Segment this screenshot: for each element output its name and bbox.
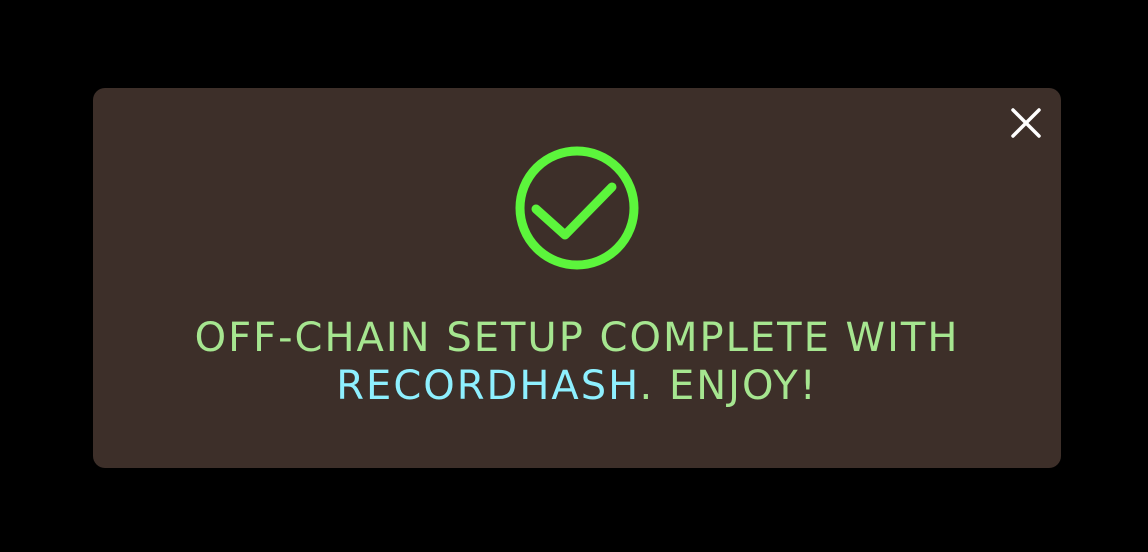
message-line-1: OFF-CHAIN SETUP COMPLETE WITH	[194, 315, 960, 361]
message-line-2: RECORDHASH. ENJOY!	[93, 362, 1061, 410]
check-circle-icon	[515, 146, 639, 270]
success-message: OFF-CHAIN SETUP COMPLETE WITH RECORDHASH…	[93, 314, 1061, 410]
success-dialog: OFF-CHAIN SETUP COMPLETE WITH RECORDHASH…	[93, 88, 1061, 468]
brand-name: RECORDHASH	[336, 363, 640, 409]
close-icon[interactable]	[1009, 106, 1043, 140]
close-button[interactable]	[1009, 106, 1043, 140]
message-tail: . ENJOY!	[639, 363, 818, 409]
